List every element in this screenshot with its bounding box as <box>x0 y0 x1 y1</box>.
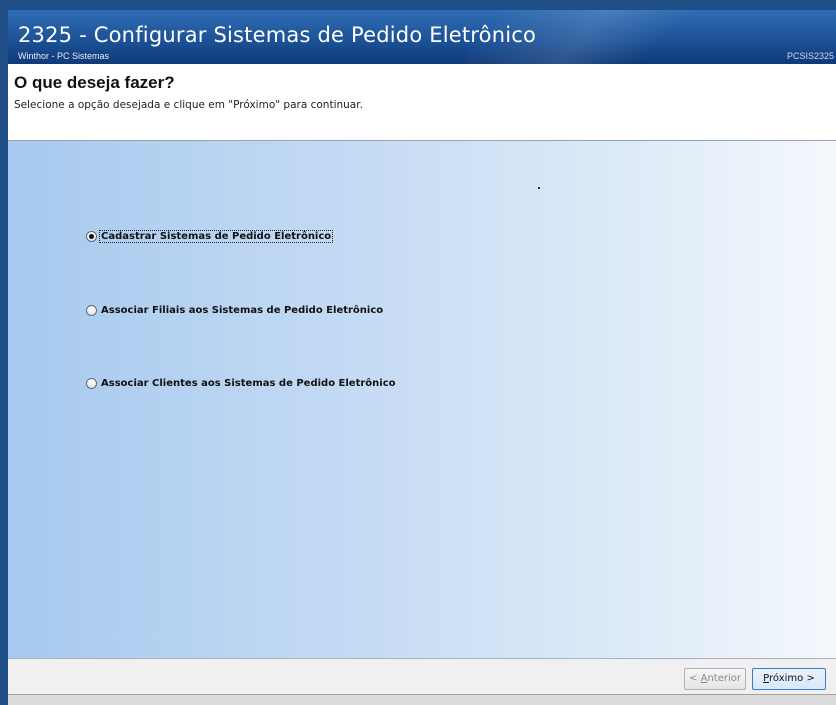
option-label: Associar Filiais aos Sistemas de Pedido … <box>101 305 384 316</box>
next-button-rest: róximo > <box>769 673 815 684</box>
stray-dot <box>538 187 540 189</box>
wizard-window: 2325 - Configurar Sistemas de Pedido Ele… <box>8 10 836 705</box>
radio-button[interactable] <box>86 378 97 389</box>
previous-button-prefix: < <box>689 673 701 684</box>
window-subtitle: Winthor - PC Sistemas <box>18 51 110 61</box>
next-button[interactable]: Próximo > <box>752 668 826 690</box>
title-bar: 2325 - Configurar Sistemas de Pedido Ele… <box>8 10 836 64</box>
page-description: Selecione a opção desejada e clique em "… <box>14 99 363 111</box>
option-associar-clientes[interactable]: Associar Clientes aos Sistemas de Pedido… <box>86 378 397 389</box>
option-label: Cadastrar Sistemas de Pedido Eletrônico <box>98 230 334 243</box>
option-cadastrar-sistemas[interactable]: Cadastrar Sistemas de Pedido Eletrônico <box>86 230 334 243</box>
options-panel: Cadastrar Sistemas de Pedido Eletrônico … <box>8 141 836 658</box>
wizard-header: O que deseja fazer? Selecione a opção de… <box>8 64 836 141</box>
option-associar-filiais[interactable]: Associar Filiais aos Sistemas de Pedido … <box>86 305 384 316</box>
previous-button-rest: nterior <box>707 673 741 684</box>
window-title: 2325 - Configurar Sistemas de Pedido Ele… <box>18 23 537 47</box>
previous-button[interactable]: < Anterior <box>684 668 746 690</box>
radio-button[interactable] <box>86 305 97 316</box>
wizard-footer: < Anterior Próximo > <box>8 658 836 695</box>
page-title: O que deseja fazer? <box>14 73 175 92</box>
routine-code: PCSIS2325 <box>786 51 834 61</box>
radio-button-selected[interactable] <box>86 231 97 242</box>
option-label: Associar Clientes aos Sistemas de Pedido… <box>101 378 396 389</box>
status-strip <box>8 694 836 705</box>
